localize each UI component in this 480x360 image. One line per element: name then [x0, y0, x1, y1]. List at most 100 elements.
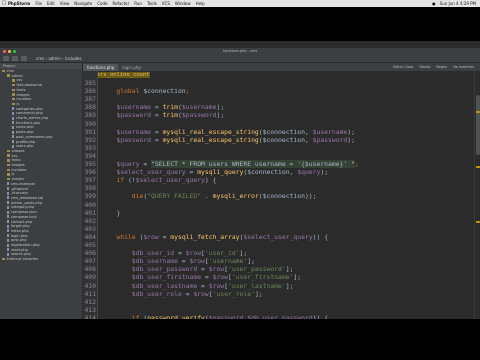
code-token: ]; — [239, 249, 248, 258]
code-line[interactable]: $db_user_id = $row['user_id']; — [101, 249, 247, 257]
menu-view[interactable]: View — [60, 0, 70, 7]
menu-help[interactable]: Help — [196, 0, 205, 7]
search-option[interactable]: No matches — [453, 64, 474, 71]
code-token: "SELECT * FROM users WHERE username = '{… — [151, 160, 355, 168]
warning-marker[interactable] — [476, 166, 480, 168]
code-line[interactable]: $db_user_firstname = $row['user_firstnam… — [101, 273, 301, 281]
code-line[interactable]: $password = trim($password); — [101, 111, 224, 119]
menu-run[interactable]: Run — [134, 0, 142, 7]
save-icon[interactable] — [12, 55, 18, 61]
code-line[interactable]: $select_user_query = mysqli_query($conne… — [101, 168, 328, 176]
code-token: "QUERY FAILED" — [147, 192, 202, 201]
menu-vcs[interactable]: VCS — [162, 0, 170, 7]
menu-window[interactable]: Window — [175, 0, 191, 7]
code-line[interactable]: if (!$select_user_query) { — [101, 176, 216, 184]
menu-code[interactable]: Code — [97, 0, 107, 7]
menu-navigate[interactable]: Navigate — [74, 0, 92, 7]
code-token: $db_user_password — [247, 313, 313, 319]
line-number: 412 — [84, 297, 96, 306]
line-number: 395 — [84, 160, 96, 168]
code-token: = — [139, 160, 152, 168]
line-number: 400 — [84, 200, 96, 209]
tree-folder[interactable]: External Libraries — [0, 257, 82, 262]
menu-tools[interactable]: Tools — [147, 0, 157, 7]
wifi-icon[interactable]: ● — [432, 0, 436, 7]
tab-functions[interactable]: functions.php — [83, 64, 119, 71]
menu-refactor[interactable]: Refactor — [112, 0, 129, 7]
main-toolbar: cms › admin › includes — [0, 54, 480, 63]
scroll-thumb[interactable] — [476, 95, 480, 155]
code-line[interactable]: die("QUERY FAILED" . mysqli_error($conne… — [101, 192, 317, 200]
code-line[interactable]: $username = mysqli_real_escape_string($c… — [101, 128, 355, 136]
code-token: ($connection)); — [258, 192, 317, 201]
breadcrumb[interactable]: cms › admin › includes — [36, 56, 82, 61]
error-marker[interactable] — [476, 111, 480, 113]
close-icon[interactable] — [3, 49, 6, 53]
sync-icon[interactable] — [21, 55, 27, 61]
code-token: $query — [297, 168, 321, 177]
code-token: 'username' — [208, 257, 248, 266]
code-token: $row — [208, 281, 225, 290]
code-line[interactable]: $query = "SELECT * FROM users WHERE user… — [101, 160, 359, 168]
clock[interactable]: Sun Jun 4 4:29 PM — [440, 0, 476, 7]
menu-items: File Edit View Navigate Code Refactor Run Tools… — [35, 0, 209, 7]
code-line[interactable]: $password = mysqli_real_escape_string($c… — [101, 136, 355, 144]
search-option[interactable]: Words — [419, 64, 430, 71]
code-token: = — [151, 127, 163, 136]
code-line[interactable]: if (password_verify($password,$db_user_p… — [101, 314, 328, 319]
system-menubar:  PhpStorm File Edit View Navigate Code Refac… — [0, 0, 480, 7]
code-token: if — [131, 313, 144, 319]
folder-icon[interactable] — [3, 55, 9, 61]
code-token: $username — [312, 127, 348, 136]
editor-scrollbar[interactable] — [474, 71, 480, 319]
line-number: 396 — [84, 168, 96, 177]
code-token: = — [174, 249, 186, 258]
code-token: )) { — [312, 313, 329, 319]
code-token: $username — [116, 127, 152, 136]
apple-icon[interactable]:  — [0, 0, 8, 7]
code-line[interactable]: $db_user_lastname = $row['user_lastname'… — [101, 281, 294, 290]
code-line[interactable]: $db_username = $row['username']; — [101, 257, 255, 265]
code-token: ); — [347, 135, 355, 144]
line-number: 386 — [84, 87, 96, 96]
code-line[interactable]: $db_user_password = $row['user_password'… — [101, 265, 294, 274]
code-token: ); — [320, 168, 329, 177]
menu-file[interactable]: File — [35, 0, 42, 7]
code-token: $connection — [143, 87, 186, 96]
line-number: 408 — [84, 265, 96, 274]
code-line[interactable]: } — [101, 209, 120, 217]
code-token: ]; — [285, 265, 294, 274]
code-token: global — [116, 87, 144, 96]
code-token: $db_user_password — [131, 265, 198, 274]
warning-marker[interactable] — [476, 221, 480, 223]
minimize-icon[interactable] — [8, 49, 11, 53]
code-token: = — [197, 281, 209, 290]
code-token: 'user_lastname' — [228, 281, 286, 290]
code-token: $password — [181, 111, 217, 120]
code-token: $db_username — [131, 257, 178, 266]
line-number: 397 — [84, 176, 96, 185]
line-number: 399 — [84, 192, 96, 201]
tab-login[interactable]: login.php — [118, 64, 145, 71]
code-line[interactable]: while ($row = mysqli_fetch_array($select… — [101, 233, 328, 241]
code-token: $query — [116, 160, 140, 168]
code-line[interactable]: global $connection; — [101, 87, 189, 96]
code-editor[interactable]: users_online_count global $connection; $… — [98, 71, 472, 319]
code-line[interactable]: $db_user_role = $row['user_role']; — [101, 290, 263, 298]
menu-edit[interactable]: Edit — [47, 0, 55, 7]
line-number: 394 — [84, 151, 96, 160]
search-option[interactable]: Regex — [436, 64, 447, 71]
search-option[interactable]: Match Case — [393, 64, 413, 71]
line-number: 414 — [84, 313, 96, 319]
code-line[interactable]: $username = trim($username); — [101, 103, 224, 111]
menu-app-name[interactable]: PhpStorm — [8, 0, 30, 7]
code-token: $row — [185, 249, 202, 258]
zoom-icon[interactable] — [13, 49, 16, 53]
code-token: ) { — [204, 176, 217, 185]
code-token: ]; — [293, 273, 302, 282]
